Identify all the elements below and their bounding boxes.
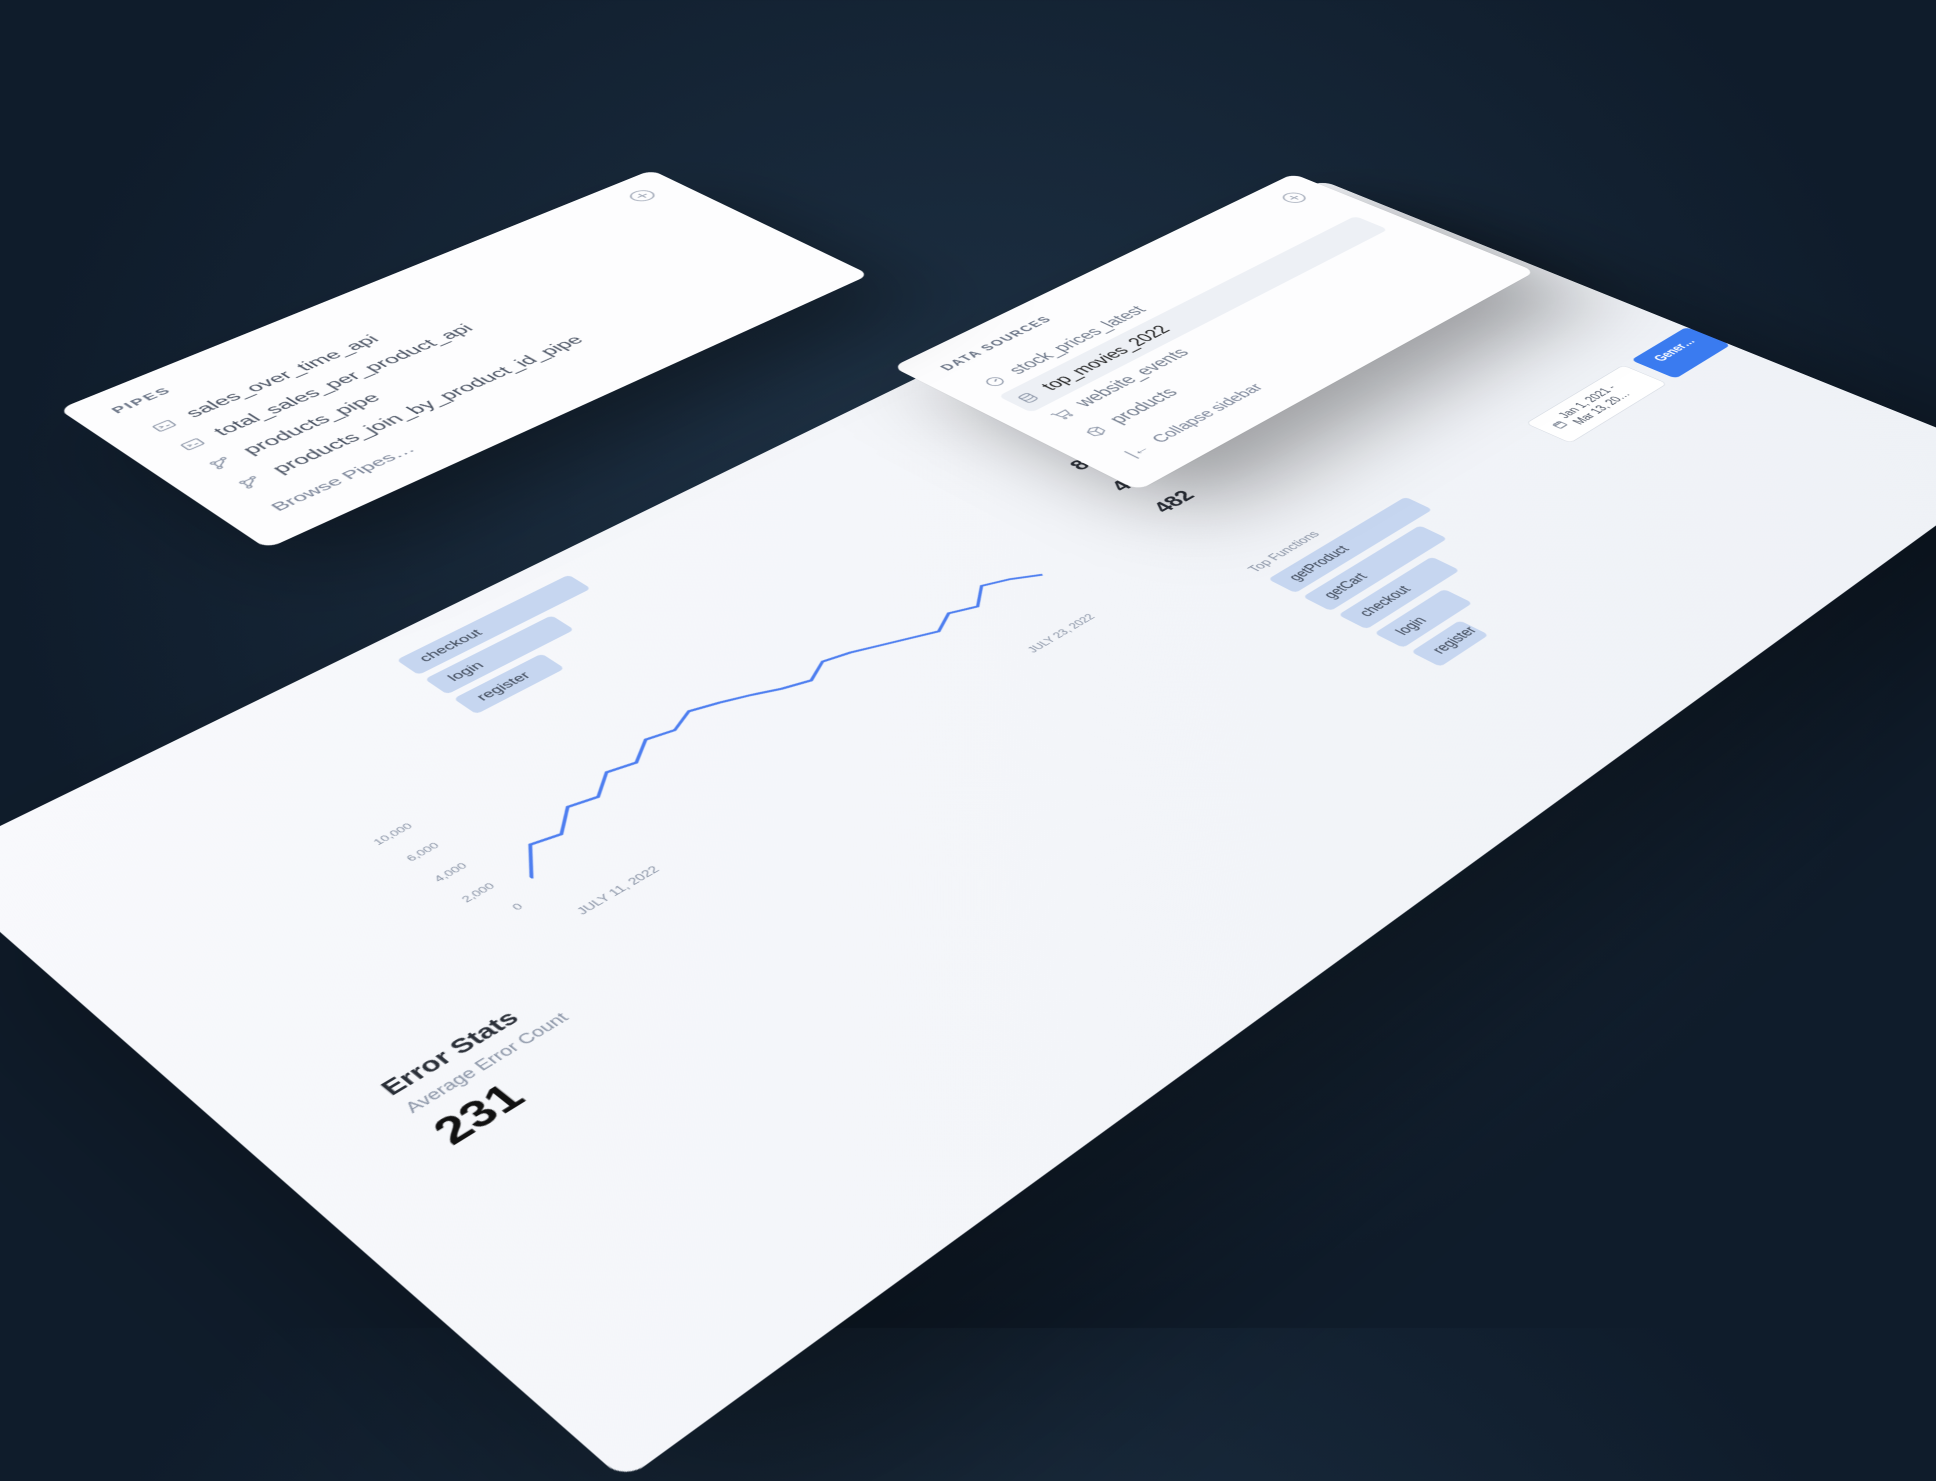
y-tick: 6,000 (397, 841, 442, 867)
date-range-picker[interactable]: Jan 1, 2021 - Mar 13, 20… (1525, 365, 1667, 443)
collapse-icon: |← (1121, 442, 1156, 460)
y-tick: 0 (480, 901, 526, 929)
y-tick: 2,000 (452, 881, 498, 908)
calendar-icon (1549, 419, 1573, 431)
line-chart (425, 513, 1104, 898)
date-range-label: Jan 1, 2021 - Mar 13, 20… (1555, 373, 1651, 426)
y-tick: 4,000 (424, 860, 469, 887)
add-pipe-button[interactable] (625, 188, 660, 204)
add-datasource-button[interactable] (1278, 191, 1310, 205)
toolbar-right: Jan 1, 2021 - Mar 13, 20… Gener… (1525, 327, 1731, 443)
top-functions: Top Functions getProduct getCart checkou… (1245, 486, 1584, 671)
error-stats: Error Stats Average Error Count 231 (374, 990, 618, 1153)
branch-icon (204, 454, 238, 472)
branch-icon (233, 473, 268, 491)
terminal-icon (147, 417, 181, 434)
stat-value: 482 (1147, 487, 1201, 516)
generate-button[interactable]: Gener… (1631, 327, 1731, 379)
gauge-icon (979, 374, 1009, 389)
database-icon (1012, 390, 1043, 405)
box-icon (1080, 423, 1111, 439)
terminal-icon (175, 435, 209, 452)
bars-top: checkout login register (396, 575, 656, 719)
cart-icon (1046, 407, 1077, 423)
y-tick: 10,000 (370, 821, 415, 847)
